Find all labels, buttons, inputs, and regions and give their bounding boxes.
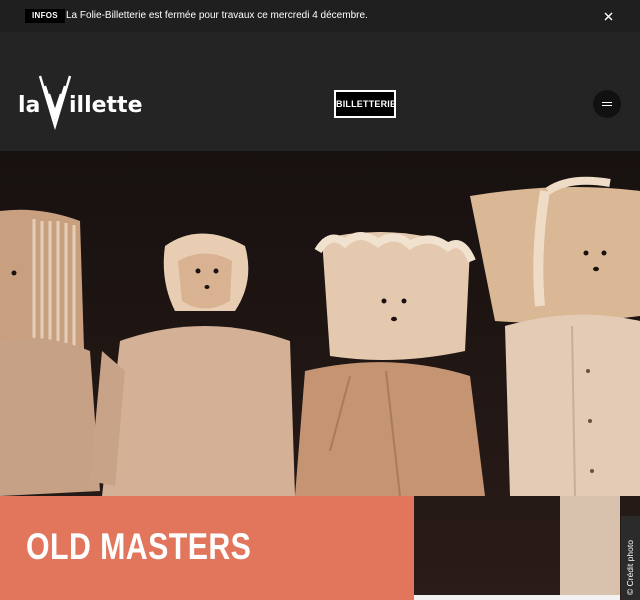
hero-title[interactable]: OLD MASTERS — [26, 526, 251, 568]
photo-credit[interactable]: © Crédit photo — [621, 540, 640, 600]
site-logo[interactable]: la illette — [18, 74, 143, 132]
svg-text:la: la — [18, 93, 40, 118]
info-banner: INFOS La Folie-Billetterie est fermée po… — [0, 0, 640, 32]
billetterie-button[interactable]: BILLETTERIE — [334, 90, 396, 118]
divider — [414, 595, 620, 600]
menu-icon — [601, 95, 613, 113]
svg-text:illette: illette — [69, 93, 142, 118]
info-message: La Folie-Billetterie est fermée pour tra… — [66, 10, 368, 21]
info-badge: INFOS — [25, 9, 65, 23]
hero-banner[interactable]: OLD MASTERS © Crédit photo — [0, 151, 640, 600]
site-header: la illette BILLETTERIE — [0, 32, 640, 151]
menu-button[interactable] — [593, 90, 621, 118]
close-icon[interactable] — [600, 8, 616, 24]
hero-title-box[interactable]: OLD MASTERS — [0, 496, 414, 600]
